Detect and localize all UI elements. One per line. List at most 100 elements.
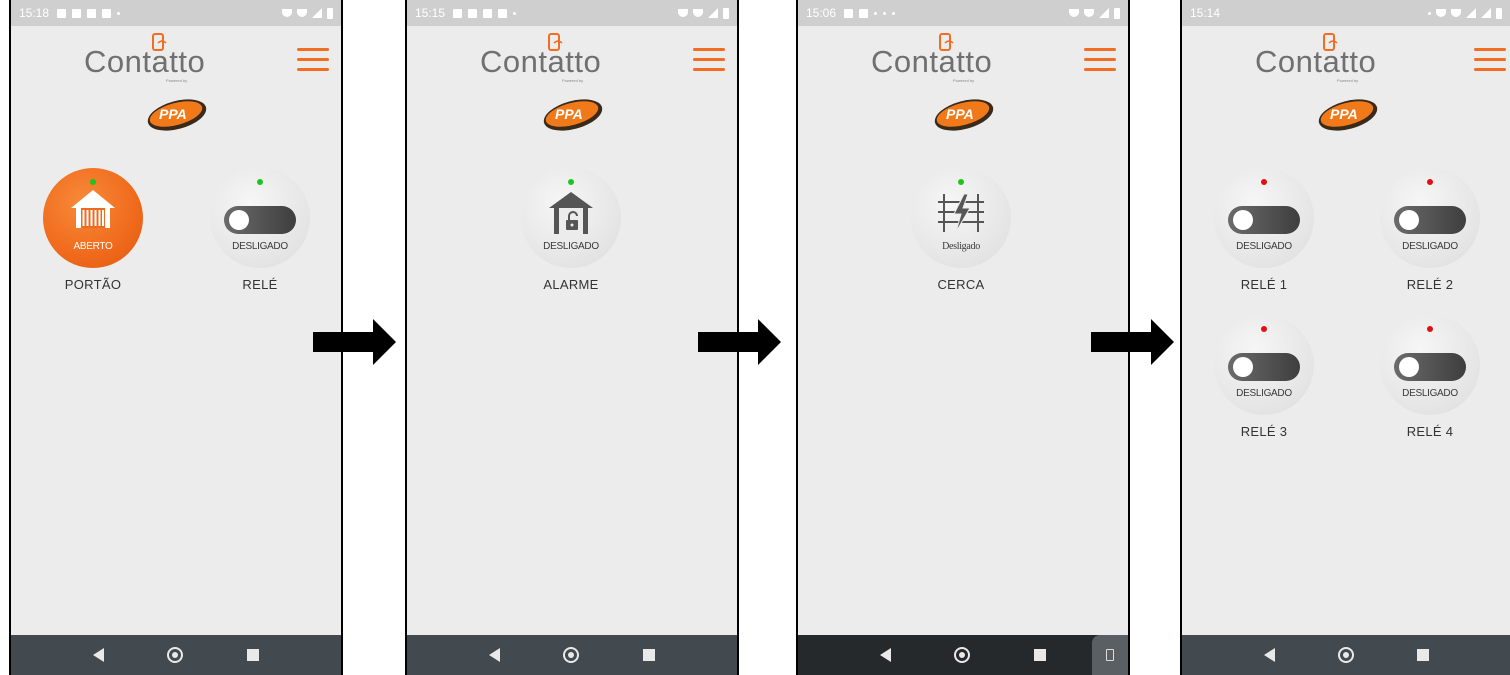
battery-icon [1114,7,1120,19]
more-notifications-icon [117,11,121,15]
ppa-logo: PPA [934,99,994,131]
status-led [958,179,964,185]
recents-icon[interactable] [1416,649,1429,661]
status-led [568,179,574,185]
toggle-switch[interactable] [1394,206,1466,234]
more-notifications-icon [892,11,896,15]
alarm-icon [1428,11,1431,15]
state-label: DESLIGADO [1236,241,1292,252]
arrow-right-icon [698,319,781,365]
status-bar: 15:18 [11,0,341,26]
state-label: DESLIGADO [1402,241,1458,252]
usb-icon [874,11,878,15]
battery-icon [327,7,333,19]
app-name: Contatto [871,44,993,79]
app-logo: Contatto Powered by [480,33,640,86]
phone-wifi-icon [548,33,563,51]
arrow-right-icon [313,319,396,365]
tile-alarme[interactable]: DESLIGADO ALARME [519,168,623,292]
state-label: ABERTO [73,241,113,252]
message-notification-icon [844,8,854,18]
recents-icon[interactable] [1034,649,1047,661]
ppa-logo: PPA [147,99,207,131]
home-icon[interactable] [1337,647,1354,663]
app-logo: Contatto Powered by [84,33,244,86]
android-nav-bar [11,635,341,675]
tile-label: RELÉ 3 [1240,424,1288,439]
tile-rele-1[interactable]: DESLIGADO RELÉ 1 [1212,168,1316,292]
status-led [90,179,96,185]
recents-icon[interactable] [247,649,260,661]
state-label: DESLIGADO [1236,388,1292,399]
hand-notification-icon [483,8,493,18]
hand-notification-icon [87,8,97,18]
state-label: DESLIGADO [232,241,288,252]
home-icon[interactable] [563,647,580,663]
rele-4-button[interactable]: DESLIGADO [1380,315,1480,415]
wifi-icon [1084,9,1094,17]
tile-label: RELÉ [242,277,278,292]
menu-icon[interactable] [693,48,725,72]
status-led [1261,326,1267,332]
battery-icon [1496,7,1502,19]
app-notification-icon [498,8,508,18]
toggle-switch[interactable] [1228,353,1300,381]
message-notification-icon [468,8,478,18]
alarme-button[interactable]: DESLIGADO [521,168,621,268]
status-bar: 15:06 [798,0,1128,26]
signal-icon-2 [1481,8,1491,18]
logo-tagline: Powered by [1337,78,1359,83]
tile-cerca[interactable]: Desligado CERCA [909,168,1013,292]
vibrate-icon [282,9,292,17]
rotate-screen-icon[interactable] [1092,635,1128,675]
tile-portao[interactable]: ABERTO PORTÃO [41,168,145,292]
back-icon[interactable] [1263,648,1275,662]
tile-label: PORTÃO [64,277,122,292]
home-icon[interactable] [167,647,184,663]
status-led [1427,179,1433,185]
cerca-button[interactable]: Desligado [911,168,1011,268]
recents-icon[interactable] [643,649,656,661]
signal-icon [1099,8,1109,18]
gate-icon [71,190,115,228]
tile-rele[interactable]: DESLIGADO RELÉ [208,168,312,292]
toggle-switch[interactable] [1394,353,1466,381]
logo-tagline: Powered by [953,78,975,83]
home-icon[interactable] [954,647,971,663]
tile-label: RELÉ 2 [1406,277,1454,292]
screen-2: 15:15 Contatto Powered by PPA DESLIGADO … [405,0,739,675]
vibrate-icon [678,9,688,17]
vibrate-icon [1436,9,1446,17]
screen-4: 15:14 Contatto Powered by PPA DESLIGADO … [1180,0,1510,675]
status-bar: 15:15 [407,0,737,26]
back-icon[interactable] [879,648,891,662]
app-notification-icon [102,8,112,18]
menu-icon[interactable] [1084,48,1116,72]
rele-button[interactable]: DESLIGADO [210,168,310,268]
back-icon[interactable] [92,648,104,662]
rele-3-button[interactable]: DESLIGADO [1214,315,1314,415]
battery-icon [723,7,729,19]
tile-rele-2[interactable]: DESLIGADO RELÉ 2 [1378,168,1482,292]
tile-label: CERCA [937,277,985,292]
toggle-switch[interactable] [1228,206,1300,234]
phone-wifi-icon [939,33,954,51]
house-lock-icon [549,192,593,234]
tile-rele-3[interactable]: DESLIGADO RELÉ 3 [1212,315,1316,439]
vibrate-icon [1069,9,1079,17]
wifi-icon [297,9,307,17]
app-logo: Contatto Powered by [871,33,1031,86]
tile-label: RELÉ 1 [1240,277,1288,292]
toggle-switch[interactable] [224,206,296,234]
status-time: 15:14 [1190,6,1221,20]
back-icon[interactable] [488,648,500,662]
portao-button[interactable]: ABERTO [43,168,143,268]
menu-icon[interactable] [297,48,329,72]
app-name: Contatto [480,44,602,79]
screen-1: 15:18 Contatto Powered by PPA ABERTO POR… [9,0,343,675]
rele-2-button[interactable]: DESLIGADO [1380,168,1480,268]
rele-1-button[interactable]: DESLIGADO [1214,168,1314,268]
menu-icon[interactable] [1474,48,1506,72]
message-notification-icon [72,8,82,18]
tile-rele-4[interactable]: DESLIGADO RELÉ 4 [1378,315,1482,439]
